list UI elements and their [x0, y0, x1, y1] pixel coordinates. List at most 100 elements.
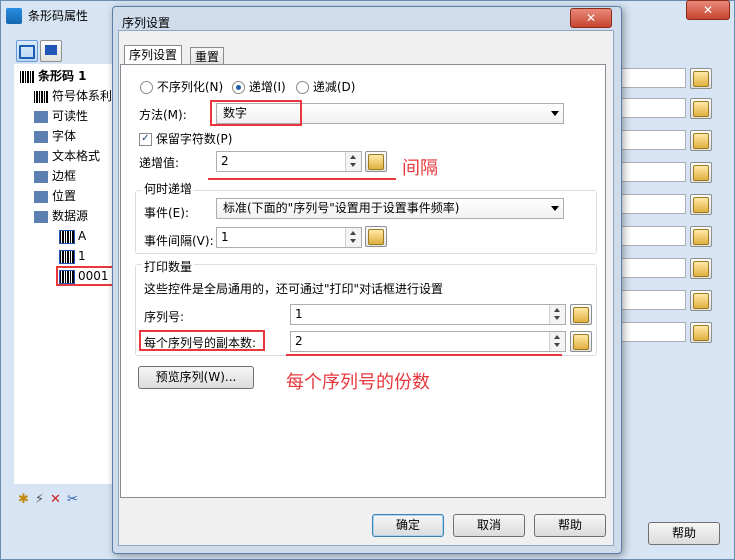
outer-field-ref-button[interactable]	[690, 258, 712, 279]
outer-field[interactable]	[620, 290, 686, 310]
radio-no-serialize[interactable]: 不序列化(N)	[140, 78, 223, 95]
position-icon	[34, 190, 48, 203]
tree-item[interactable]: 可读性	[14, 106, 114, 126]
radio-label: 递增(I)	[248, 80, 286, 94]
ok-button[interactable]: 确定	[372, 514, 444, 537]
help-button[interactable]: 帮助	[534, 514, 606, 537]
spinner-buttons[interactable]	[549, 305, 565, 324]
reference-icon	[693, 133, 709, 149]
spin-down-icon	[350, 239, 356, 243]
barcode-icon	[34, 90, 48, 103]
copies-label-highlight-box	[139, 330, 265, 351]
tree-item-selected[interactable]: 0001	[14, 266, 126, 286]
reference-icon	[368, 229, 384, 245]
tree-item-label: 文本格式	[52, 149, 101, 163]
keep-chars-label: 保留字符数(P)	[155, 132, 233, 146]
outer-field-ref-button[interactable]	[690, 68, 712, 89]
increment-spinner[interactable]: 2	[216, 151, 362, 172]
copies-underline	[286, 354, 562, 356]
outer-field[interactable]	[620, 162, 686, 182]
tree-item[interactable]: 数据源	[14, 206, 114, 226]
event-select[interactable]: 标准(下面的"序列号"设置用于设置事件频率)	[216, 198, 564, 219]
copies-spinner[interactable]: 2	[290, 331, 566, 352]
spinner-buttons[interactable]	[345, 228, 361, 247]
tree-item[interactable]: 边框	[14, 166, 114, 186]
view-toggle-toolbar	[16, 40, 62, 62]
event-value: 标准(下面的"序列号"设置用于设置事件频率)	[223, 201, 460, 215]
when-increment-group-title: 何时递增	[142, 180, 195, 197]
keep-chars-checkbox[interactable]: ✓ 保留字符数(P)	[139, 130, 232, 147]
tree-item[interactable]: A	[14, 226, 114, 246]
outer-field-ref-button[interactable]	[690, 322, 712, 343]
preview-sequence-button[interactable]: 预览序列(W)...	[138, 366, 254, 389]
reference-icon	[693, 71, 709, 87]
spinner-buttons[interactable]	[345, 152, 361, 171]
tree-item[interactable]: 字体	[14, 126, 114, 146]
outer-field[interactable]	[620, 322, 686, 342]
tab-reset[interactable]: 重置	[190, 47, 225, 65]
outer-field[interactable]	[620, 194, 686, 214]
tree-item[interactable]: 文本格式	[14, 146, 114, 166]
tree-item[interactable]: 条形码 1	[14, 66, 114, 86]
outer-field[interactable]	[620, 68, 686, 88]
barcode-icon	[20, 70, 34, 83]
outer-field[interactable]	[620, 226, 686, 246]
outer-field[interactable]	[620, 258, 686, 278]
increment-ref-button[interactable]	[365, 151, 387, 172]
tree-item[interactable]: 1	[14, 246, 114, 266]
tab-serialization[interactable]: 序列设置	[124, 45, 183, 65]
outer-field[interactable]	[620, 98, 686, 118]
reference-icon	[573, 334, 589, 350]
tree-item-label: 字体	[52, 129, 77, 143]
print-quantity-group-title: 打印数量	[142, 258, 195, 275]
property-tree: 条形码 1 符号体系利可读性字体文本格式边框 位置 数据源 A 1 0001	[14, 64, 126, 484]
datasource-icon	[34, 210, 48, 223]
reference-icon	[693, 325, 709, 341]
outer-help-button[interactable]: 帮助	[648, 522, 720, 545]
event-interval-ref-button[interactable]	[365, 226, 387, 247]
outer-field-ref-button[interactable]	[690, 290, 712, 311]
outer-close-button[interactable]: ✕	[686, 0, 730, 20]
layers-view-button[interactable]	[40, 40, 62, 62]
copies-annotation: 每个序列号的份数	[286, 372, 430, 393]
tree-item-label: 可读性	[52, 109, 89, 123]
radio-decrement[interactable]: 递减(D)	[296, 78, 355, 95]
app-icon	[6, 8, 22, 24]
radio-circle	[140, 81, 153, 94]
tree-view-icon	[19, 45, 35, 59]
radio-increment[interactable]: 递增(I)	[232, 78, 286, 95]
tree-item[interactable]: 位置	[14, 186, 114, 206]
outer-right-fields	[620, 68, 716, 348]
outer-field-ref-button[interactable]	[690, 194, 712, 215]
cancel-button[interactable]: 取消	[453, 514, 525, 537]
outer-title-bar: 条形码属性	[6, 6, 88, 26]
event-interval-spinner[interactable]: 1	[216, 227, 362, 248]
copies-ref-button[interactable]	[570, 331, 592, 352]
method-highlight-box	[210, 100, 302, 126]
spinner-buttons[interactable]	[549, 332, 565, 351]
outer-field-ref-button[interactable]	[690, 98, 712, 119]
outer-field[interactable]	[620, 130, 686, 150]
magic-wand-icon[interactable]: ⚡	[35, 492, 44, 510]
serial-ref-button[interactable]	[570, 304, 592, 325]
dialog-close-button[interactable]: ✕	[570, 8, 612, 28]
tree-item-label: 条形码 1	[38, 69, 87, 83]
spin-up-icon	[350, 155, 356, 159]
outer-field-ref-button[interactable]	[690, 226, 712, 247]
digits-icon	[34, 110, 48, 123]
checkmark-icon: ✓	[139, 133, 152, 146]
spin-up-icon	[554, 335, 560, 339]
delete-icon[interactable]: ✕	[50, 492, 61, 510]
outer-field-ref-button[interactable]	[690, 130, 712, 151]
tree-item[interactable]: 符号体系利	[14, 86, 114, 106]
scissors-icon[interactable]: ✂	[67, 492, 78, 510]
radio-circle	[296, 81, 309, 94]
tree-view-button[interactable]	[16, 40, 38, 62]
outer-field-ref-button[interactable]	[690, 162, 712, 183]
serial-spinner[interactable]: 1	[290, 304, 566, 325]
reference-icon	[573, 307, 589, 323]
print-quantity-description: 这些控件是全局通用的，还可通过"打印"对话框进行设置	[144, 282, 444, 296]
new-item-icon[interactable]: ✱	[18, 492, 29, 510]
event-label: 事件(E):	[144, 206, 189, 220]
radio-label: 递减(D)	[312, 80, 356, 94]
